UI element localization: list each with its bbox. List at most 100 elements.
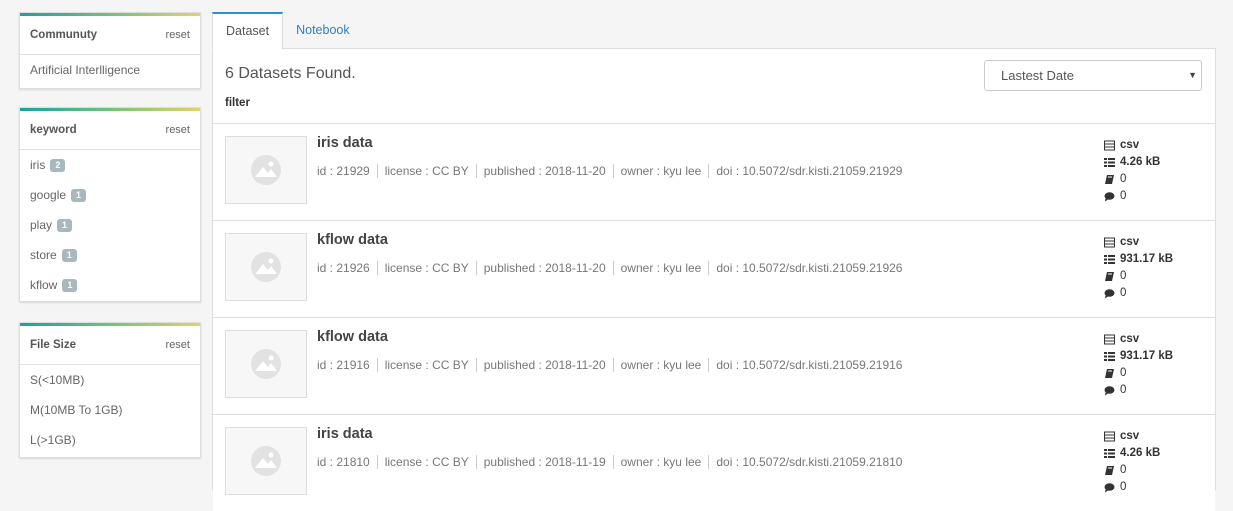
keyword-item-iris[interactable]: iris 2: [20, 150, 200, 180]
image-placeholder-icon: [225, 136, 307, 204]
dataset-format: csv: [1120, 430, 1140, 442]
filesize-item-medium[interactable]: M(10MB To 1GB): [20, 395, 200, 425]
image-placeholder-icon: [225, 330, 307, 398]
dataset-title[interactable]: iris data: [317, 135, 373, 151]
book-icon: [1105, 466, 1114, 475]
keyword-count-badge: 1: [62, 279, 78, 292]
dataset-title[interactable]: iris data: [317, 426, 373, 442]
book-icon: [1105, 369, 1114, 378]
dataset-license: license : CC BY: [376, 358, 476, 372]
dataset-stats: csv 4.26 kB 0 0: [1104, 428, 1160, 496]
image-placeholder-icon: [225, 233, 307, 301]
dataset-card[interactable]: iris data id : 21810 license : CC BY pub…: [213, 414, 1215, 511]
image-placeholder-icon: [225, 427, 307, 495]
list-icon: [1104, 158, 1115, 167]
dataset-meta: id : 21916 license : CC BY published : 2…: [317, 358, 909, 372]
dataset-id: id : 21929: [317, 164, 370, 178]
sort-select[interactable]: Lastest Date ▼: [984, 60, 1202, 91]
dataset-stats: csv 4.26 kB 0 0: [1104, 137, 1160, 205]
keyword-label: kflow: [30, 278, 58, 292]
dataset-notebooks: 0: [1120, 173, 1127, 185]
filesize-item-small[interactable]: S(<10MB): [20, 365, 200, 395]
filesize-reset-link[interactable]: reset: [166, 339, 190, 351]
dataset-license: license : CC BY: [376, 261, 476, 275]
dataset-owner: owner : kyu lee: [612, 455, 709, 469]
filesize-panel-header: File Size reset: [20, 326, 200, 365]
keyword-count-badge: 1: [57, 219, 73, 232]
dataset-card[interactable]: kflow data id : 21916 license : CC BY pu…: [213, 317, 1215, 414]
dataset-notebooks: 0: [1120, 464, 1127, 476]
keyword-item-store[interactable]: store 1: [20, 240, 200, 270]
dataset-stats: csv 931.17 kB 0 0: [1104, 234, 1173, 302]
dataset-published: published : 2018-11-19: [475, 455, 613, 469]
keyword-label: google: [30, 188, 67, 202]
tab-notebook[interactable]: Notebook: [283, 12, 363, 48]
dataset-size: 931.17 kB: [1120, 350, 1174, 362]
dataset-id: id : 21926: [317, 261, 370, 275]
keyword-panel-title: keyword: [30, 124, 77, 136]
results-count-text: 6 Datasets Found.: [225, 65, 356, 82]
keyword-item-google[interactable]: google 1: [20, 180, 200, 210]
table-icon: [1104, 431, 1115, 442]
dataset-published: published : 2018-11-20: [475, 358, 613, 372]
sort-selected-value: Lastest Date: [1001, 68, 1074, 83]
dataset-comments: 0: [1120, 384, 1127, 396]
dataset-format: csv: [1120, 333, 1140, 345]
keyword-count-badge: 2: [50, 159, 66, 172]
dataset-published: published : 2018-11-20: [475, 164, 613, 178]
dataset-owner: owner : kyu lee: [612, 164, 709, 178]
dataset-license: license : CC BY: [376, 455, 476, 469]
dataset-results-panel: 6 Datasets Found. filter Lastest Date ▼ …: [212, 48, 1216, 511]
keyword-reset-link[interactable]: reset: [166, 124, 190, 136]
dataset-id: id : 21916: [317, 358, 370, 372]
filter-label: filter: [225, 97, 250, 109]
dataset-meta: id : 21926 license : CC BY published : 2…: [317, 261, 909, 275]
community-item[interactable]: Artificial Interlligence: [20, 55, 200, 85]
dataset-size: 4.26 kB: [1120, 156, 1161, 168]
community-panel-header: Communuty reset: [20, 16, 200, 55]
table-icon: [1104, 140, 1115, 151]
dataset-license: license : CC BY: [376, 164, 476, 178]
filesize-filter-panel: File Size reset S(<10MB) M(10MB To 1GB) …: [19, 322, 201, 458]
dataset-published: published : 2018-11-20: [475, 261, 613, 275]
community-panel-title: Communuty: [30, 29, 98, 41]
dataset-size: 931.17 kB: [1120, 253, 1174, 265]
dataset-notebooks: 0: [1120, 367, 1127, 379]
filesize-item-large[interactable]: L(>1GB): [20, 425, 200, 455]
dataset-format: csv: [1120, 236, 1140, 248]
dataset-comments: 0: [1120, 190, 1127, 202]
keyword-filter-panel: keyword reset iris 2 google 1 play 1 store 1…: [19, 107, 201, 302]
dataset-stats: csv 931.17 kB 0 0: [1104, 331, 1173, 399]
keyword-panel-header: keyword reset: [20, 111, 200, 150]
dataset-card[interactable]: iris data id : 21929 license : CC BY pub…: [213, 123, 1215, 220]
keyword-item-kflow[interactable]: kflow 1: [20, 270, 200, 300]
comment-icon: [1104, 289, 1115, 299]
list-icon: [1104, 449, 1115, 458]
keyword-count-badge: 1: [61, 249, 77, 262]
dataset-title[interactable]: kflow data: [317, 329, 388, 345]
dataset-doi: doi : 10.5072/sdr.kisti.21059.21926: [708, 261, 909, 275]
community-filter-panel: Communuty reset Artificial Interlligence: [19, 12, 201, 89]
comment-icon: [1104, 386, 1115, 396]
table-icon: [1104, 334, 1115, 345]
comment-icon: [1104, 483, 1115, 493]
dataset-notebooks: 0: [1120, 270, 1127, 282]
tab-dataset[interactable]: Dataset: [212, 12, 284, 50]
dataset-card[interactable]: kflow data id : 21926 license : CC BY pu…: [213, 220, 1215, 317]
dataset-doi: doi : 10.5072/sdr.kisti.21059.21916: [708, 358, 909, 372]
dataset-doi: doi : 10.5072/sdr.kisti.21059.21810: [708, 455, 909, 469]
dataset-title[interactable]: kflow data: [317, 232, 388, 248]
dataset-size: 4.26 kB: [1120, 447, 1161, 459]
content-tabs: Dataset Notebook: [212, 12, 363, 50]
community-reset-link[interactable]: reset: [166, 29, 190, 41]
book-icon: [1105, 272, 1114, 281]
dataset-owner: owner : kyu lee: [612, 358, 709, 372]
list-icon: [1104, 255, 1115, 264]
keyword-item-play[interactable]: play 1: [20, 210, 200, 240]
dataset-id: id : 21810: [317, 455, 370, 469]
keyword-count-badge: 1: [71, 189, 87, 202]
comment-icon: [1104, 192, 1115, 202]
filesize-panel-title: File Size: [30, 339, 77, 351]
keyword-label: store: [30, 248, 57, 262]
list-icon: [1104, 352, 1115, 361]
